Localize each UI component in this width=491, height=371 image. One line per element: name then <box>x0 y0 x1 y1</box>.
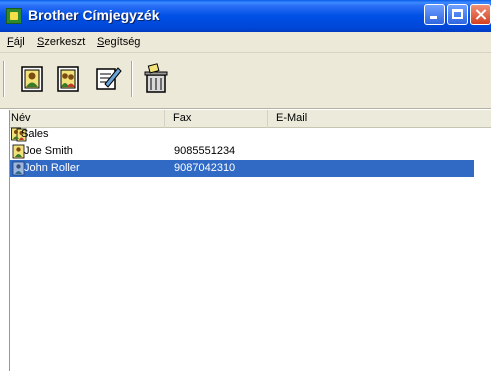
toolbar-grip <box>3 61 5 97</box>
menu-help-label: Segítség <box>97 36 141 48</box>
list-header: Név Fax E-Mail <box>10 110 491 128</box>
close-button[interactable] <box>470 4 491 25</box>
menu-file[interactable]: Fájl <box>7 36 25 48</box>
delete-icon <box>144 63 168 93</box>
menu-edit[interactable]: Szerkeszt <box>37 36 85 48</box>
menu-file-label: Fájl <box>7 36 25 48</box>
column-header-fax[interactable]: Fax <box>165 110 268 128</box>
new-contact-button[interactable] <box>16 62 50 96</box>
new-group-icon <box>57 66 79 92</box>
row-name: John Roller <box>24 162 80 174</box>
list-row-contact-selected[interactable]: John Roller 9087042310 <box>10 160 474 177</box>
toolbar <box>0 53 491 109</box>
maximize-button[interactable] <box>447 4 468 25</box>
row-name: Joe Smith <box>24 145 73 157</box>
list-row-contact[interactable]: Joe Smith 9085551234 <box>10 143 474 160</box>
new-group-button[interactable] <box>52 62 86 96</box>
toolbar-separator <box>131 61 133 97</box>
row-fax: 9087042310 <box>174 162 236 174</box>
title-bar[interactable]: Brother Címjegyzék <box>0 0 491 32</box>
menu-edit-label: Szerkeszt <box>37 36 86 48</box>
address-list[interactable]: Név Fax E-Mail Sales Joe Smith 908555123… <box>9 110 491 371</box>
minimize-button[interactable] <box>424 4 445 25</box>
column-header-email[interactable]: E-Mail <box>268 110 491 128</box>
edit-icon <box>96 67 122 90</box>
window-title: Brother Címjegyzék <box>28 7 160 23</box>
row-fax: 9085551234 <box>174 145 236 157</box>
app-icon[interactable] <box>6 8 22 24</box>
menu-bar: Fájl Szerkeszt Segítség <box>0 32 491 53</box>
delete-button[interactable] <box>139 62 173 96</box>
edit-button[interactable] <box>91 62 125 96</box>
row-name: Sales <box>21 128 49 140</box>
menu-help[interactable]: Segítség <box>97 36 140 48</box>
new-contact-icon <box>21 66 43 92</box>
